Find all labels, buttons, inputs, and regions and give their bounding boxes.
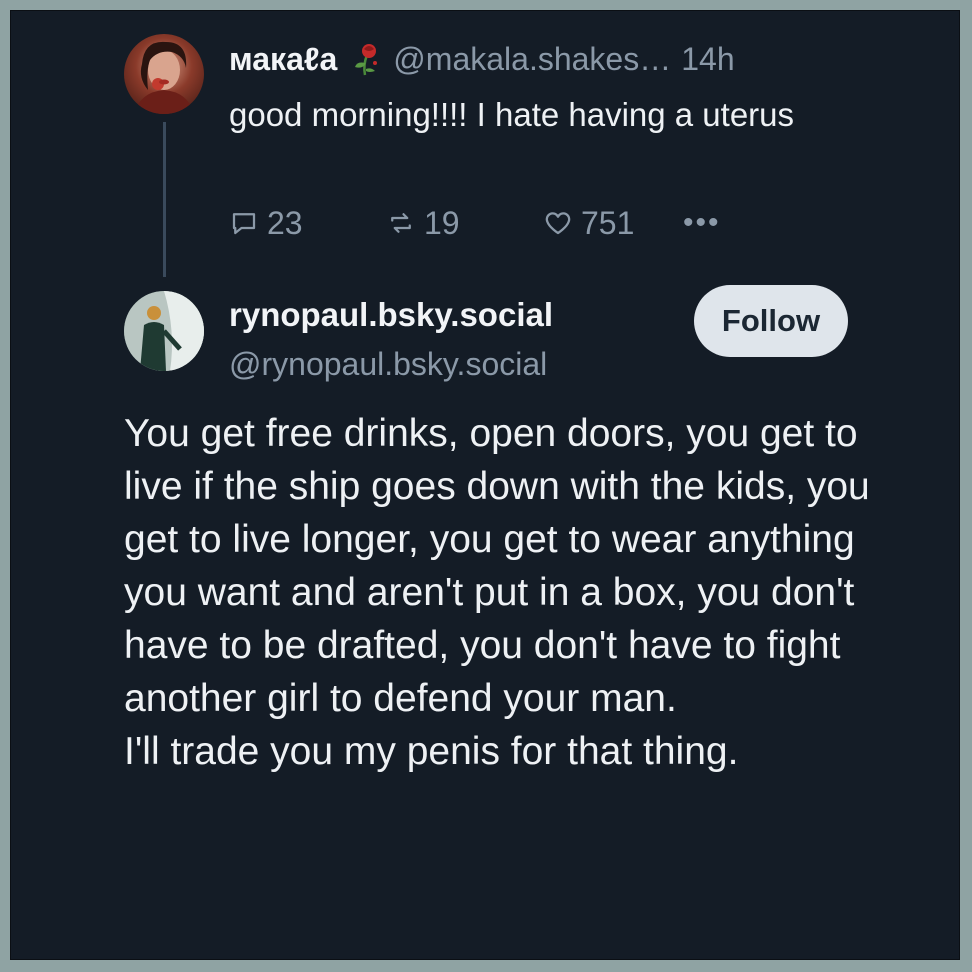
illustrated-figure-icon [124, 291, 204, 371]
reply-icon [232, 213, 256, 235]
reply-post-text: You get free drinks, open doors, you get… [124, 412, 870, 773]
more-options-button[interactable]: ••• [683, 206, 721, 240]
original-author-name[interactable]: макаℓa [229, 41, 337, 78]
repost-icon [391, 213, 411, 233]
original-post-header: макаℓa @makala.shakes… 14h [229, 35, 735, 83]
post-timestamp[interactable]: 14h [681, 41, 734, 78]
repost-button[interactable]: 19 [386, 205, 543, 242]
reply-author-name[interactable]: rynopaul.bsky.social [229, 296, 553, 334]
like-button[interactable]: 751 [543, 205, 683, 242]
makala-avatar[interactable] [124, 34, 204, 114]
repost-count: 19 [424, 204, 460, 241]
original-post-text: good morning!!!! I hate having a uterus [229, 96, 795, 133]
post-thread: макаℓa @makala.shakes… 14h good morning!… [10, 10, 960, 960]
reply-author-handle[interactable]: @rynopaul.bsky.social [229, 346, 547, 383]
wilted-rose-icon [347, 41, 383, 77]
rynopaul-avatar[interactable] [124, 291, 204, 371]
heart-icon [545, 212, 571, 235]
original-author-handle[interactable]: @makala.shakes… [393, 41, 671, 78]
reply-count: 23 [267, 204, 303, 241]
reply-button[interactable]: 23 [229, 205, 386, 242]
thread-connector [163, 122, 166, 277]
like-count: 751 [581, 204, 635, 241]
woman-portrait-icon [134, 41, 194, 114]
follow-button[interactable]: Follow [694, 285, 848, 357]
post-actions-bar: 23 19 751 ••• [229, 203, 721, 243]
